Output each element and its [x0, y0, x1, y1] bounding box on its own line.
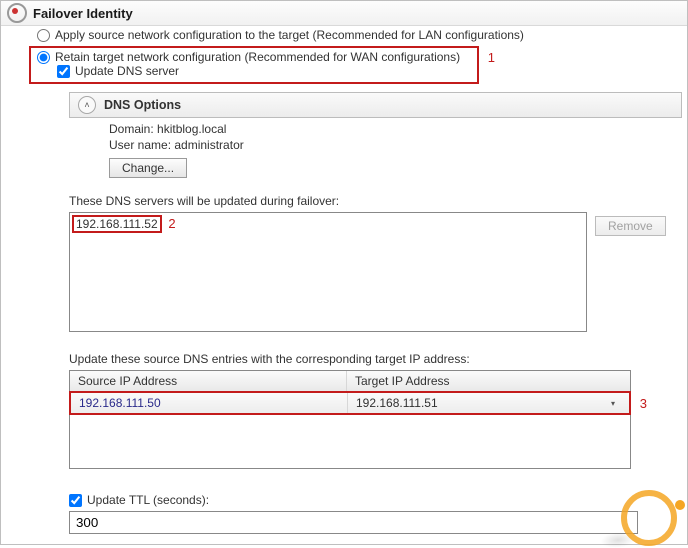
source-ip-cell[interactable]: 192.168.111.50	[79, 396, 161, 410]
dns-mapping-table: Source IP Address Target IP Address 192.…	[69, 370, 631, 469]
watermark-dot-icon	[675, 500, 685, 510]
change-button[interactable]: Change...	[109, 158, 187, 178]
table-header: Source IP Address Target IP Address	[70, 371, 630, 392]
dns-server-ip[interactable]: 192.168.111.52	[76, 217, 158, 231]
annotation-2: 2	[168, 216, 175, 231]
apply-source-label: Apply source network configuration to th…	[55, 28, 524, 42]
user-value: administrator	[174, 138, 243, 152]
annotation-1: 1	[488, 50, 495, 65]
dns-servers-row: 192.168.111.52 2 Remove	[69, 212, 687, 332]
dns-mapping-label: Update these source DNS entries with the…	[69, 352, 687, 366]
chevron-up-icon: ˄	[78, 96, 96, 114]
dns-options-section: ˄ DNS Options Domain: hkitblog.local Use…	[69, 92, 687, 534]
retain-target-option[interactable]: Retain target network configuration (Rec…	[37, 50, 471, 64]
dns-options-title: DNS Options	[104, 98, 181, 112]
dns-servers-listbox[interactable]: 192.168.111.52 2	[69, 212, 587, 332]
dns-server-ip-highlight: 192.168.111.52 2	[72, 215, 162, 233]
ttl-option[interactable]: Update TTL (seconds):	[69, 493, 687, 507]
ttl-section: Update TTL (seconds):	[69, 493, 687, 534]
page-title: Failover Identity	[33, 6, 133, 21]
apply-source-option[interactable]: Apply source network configuration to th…	[1, 26, 687, 44]
ttl-input[interactable]	[69, 511, 638, 534]
dns-domain-row: Domain: hkitblog.local	[109, 122, 687, 136]
panel-header: Failover Identity	[1, 1, 687, 26]
col-target-header: Target IP Address	[347, 371, 630, 391]
ttl-label: Update TTL (seconds):	[87, 493, 209, 507]
ttl-checkbox[interactable]	[69, 494, 82, 507]
user-label: User name:	[109, 138, 171, 152]
failover-identity-panel: Failover Identity Apply source network c…	[0, 0, 688, 545]
domain-label: Domain:	[109, 122, 154, 136]
table-row[interactable]: 192.168.111.50 192.168.111.51 ▾ 3	[69, 391, 631, 415]
target-ip-cell[interactable]: 192.168.111.51 ▾	[348, 393, 629, 413]
update-dns-label: Update DNS server	[75, 64, 179, 78]
retain-target-label: Retain target network configuration (Rec…	[55, 50, 460, 64]
annotation-3: 3	[640, 396, 647, 411]
apply-source-radio[interactable]	[37, 29, 50, 42]
dns-options-header[interactable]: ˄ DNS Options	[69, 92, 682, 118]
dns-user-row: User name: administrator	[109, 138, 687, 152]
domain-value: hkitblog.local	[157, 122, 226, 136]
remove-button[interactable]: Remove	[595, 216, 666, 236]
col-source-header: Source IP Address	[70, 371, 347, 391]
watermark-ring-icon	[621, 490, 677, 546]
update-dns-option[interactable]: Update DNS server	[37, 64, 471, 78]
retain-target-radio[interactable]	[37, 51, 50, 64]
chevron-down-icon[interactable]: ▾	[611, 399, 621, 408]
dns-servers-label: These DNS servers will be updated during…	[69, 194, 687, 208]
retain-target-highlight: Retain target network configuration (Rec…	[29, 46, 479, 84]
table-empty-area	[70, 414, 630, 468]
update-dns-checkbox[interactable]	[57, 65, 70, 78]
target-ip-value: 192.168.111.51	[356, 396, 438, 410]
app-logo-icon	[7, 3, 27, 23]
